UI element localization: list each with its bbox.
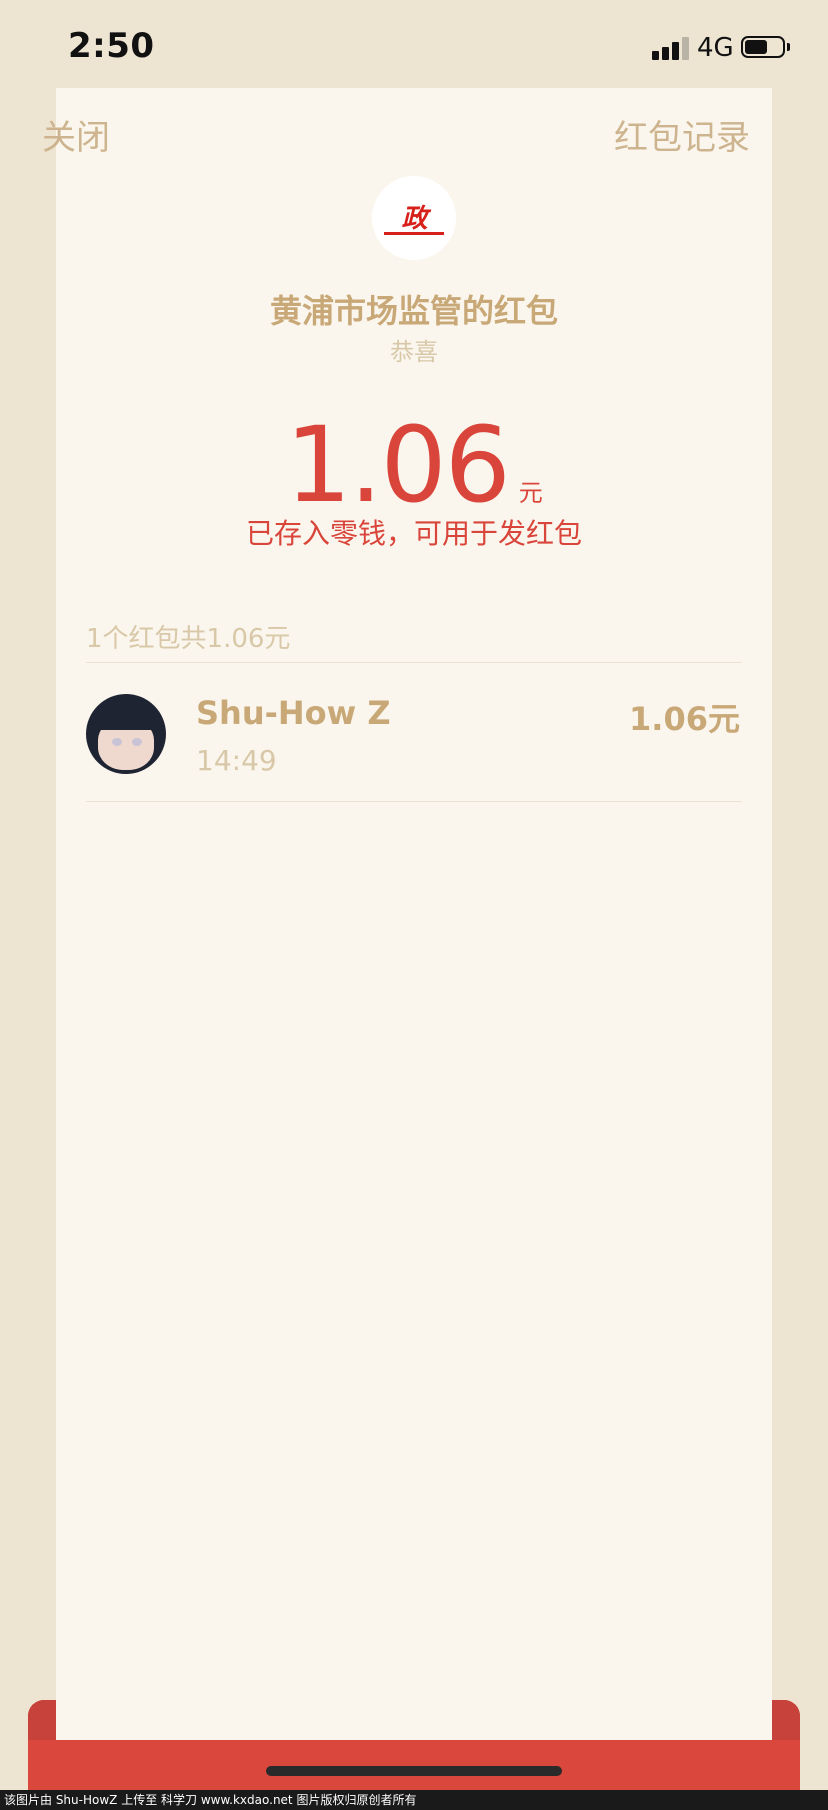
watermark: 该图片由 Shu-HowZ 上传至 科学刀 www.kxdao.net 图片版权…	[0, 1790, 828, 1810]
close-button[interactable]: 关闭	[42, 110, 110, 159]
received-amount: 1.06	[285, 404, 511, 526]
battery-icon	[741, 36, 791, 60]
network-type: 4G	[697, 33, 734, 63]
status-bar: 2:50 4G	[0, 0, 828, 88]
packet-summary: 1个红包共1.06元	[86, 624, 291, 654]
divider	[86, 801, 742, 802]
divider	[86, 662, 742, 663]
amount-row: 1.06 元	[0, 404, 828, 526]
amount-unit: 元	[518, 479, 543, 507]
signal-icon	[652, 36, 690, 60]
greeting-text: 恭喜	[390, 338, 438, 366]
avatar	[86, 694, 166, 774]
logo-mark: 政	[401, 204, 427, 234]
deposit-note-link[interactable]: 已存入零钱，可用于发红包	[0, 512, 828, 552]
sender-title: 黄浦市场监管的红包	[269, 292, 558, 330]
logo-underline	[384, 232, 444, 235]
home-indicator[interactable]	[266, 1766, 562, 1776]
receiver-time: 14:49	[196, 744, 277, 777]
sender-logo: 政	[372, 176, 456, 260]
receiver-amount: 1.06元	[629, 700, 740, 738]
red-packet-records-button[interactable]: 红包记录	[614, 110, 750, 159]
receiver-name: Shu-How Z	[196, 694, 391, 732]
status-time: 2:50	[68, 26, 155, 66]
